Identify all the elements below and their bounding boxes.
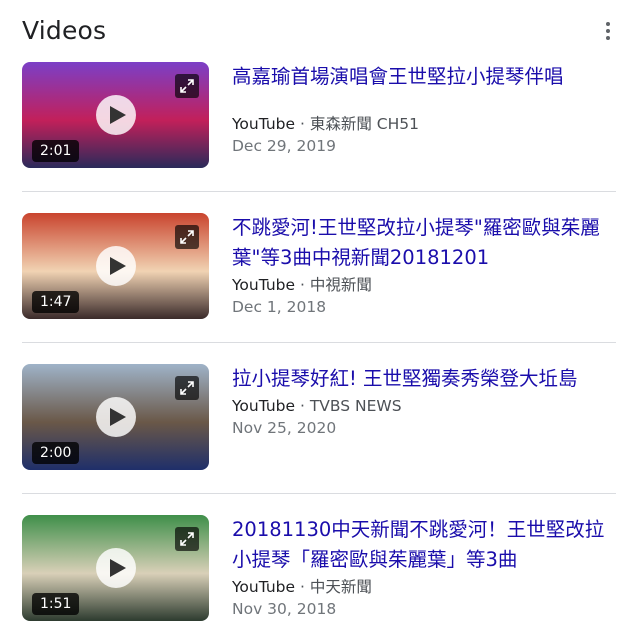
video-channel: 中視新聞 <box>309 276 372 294</box>
video-info: 高嘉瑜首場演唱會王世堅拉小提琴伴唱 YouTube · 東森新聞 CH51 De… <box>232 62 616 157</box>
video-thumbnail[interactable]: 1:47 <box>22 213 209 319</box>
video-title-link[interactable]: 拉小提琴好紅! 王世堅獨奏秀榮登大坵島 <box>232 364 616 394</box>
video-result[interactable]: 1:51 20181130中天新聞不跳愛河！王世堅改拉小提琴「羅密歐與茱麗葉」等… <box>22 515 616 625</box>
video-source: YouTube <box>232 276 296 294</box>
expand-icon[interactable] <box>175 527 199 551</box>
video-channel: 中天新聞 <box>309 578 372 596</box>
result-divider <box>22 191 616 192</box>
meta-separator: · <box>295 276 310 294</box>
video-info: 不跳愛河!王世堅改拉小提琴"羅密歐與茱麗葉"等3曲中視新聞20181201 Yo… <box>232 213 616 318</box>
expand-icon[interactable] <box>175 376 199 400</box>
video-result[interactable]: 2:01 高嘉瑜首場演唱會王世堅拉小提琴伴唱 YouTube · 東森新聞 CH… <box>22 62 616 172</box>
section-title: Videos <box>22 16 107 45</box>
play-icon[interactable] <box>96 397 136 437</box>
video-date: Nov 30, 2018 <box>232 600 337 618</box>
meta-separator: · <box>295 115 310 133</box>
expand-icon[interactable] <box>175 74 199 98</box>
videos-header: Videos <box>22 14 622 50</box>
play-icon[interactable] <box>96 246 136 286</box>
video-thumbnail[interactable]: 1:51 <box>22 515 209 621</box>
video-date: Nov 25, 2020 <box>232 419 337 437</box>
more-options-icon[interactable] <box>596 18 620 44</box>
meta-separator: · <box>295 578 310 596</box>
meta-separator: · <box>295 397 310 415</box>
video-thumbnail[interactable]: 2:00 <box>22 364 209 470</box>
video-source: YouTube <box>232 578 296 596</box>
video-result[interactable]: 1:47 不跳愛河!王世堅改拉小提琴"羅密歐與茱麗葉"等3曲中視新聞201812… <box>22 213 616 323</box>
video-duration: 2:01 <box>32 140 80 162</box>
video-date: Dec 29, 2019 <box>232 137 336 155</box>
play-icon[interactable] <box>96 548 136 588</box>
video-title-link[interactable]: 高嘉瑜首場演唱會王世堅拉小提琴伴唱 <box>232 62 616 92</box>
video-info: 20181130中天新聞不跳愛河！王世堅改拉小提琴「羅密歐與茱麗葉」等3曲 Yo… <box>232 515 616 620</box>
video-info: 拉小提琴好紅! 王世堅獨奏秀榮登大坵島 YouTube · TVBS NEWS … <box>232 364 616 439</box>
video-title-link[interactable]: 20181130中天新聞不跳愛河！王世堅改拉小提琴「羅密歐與茱麗葉」等3曲 <box>232 515 616 575</box>
video-source: YouTube <box>232 115 296 133</box>
video-meta: YouTube · 中天新聞 <box>232 576 616 598</box>
video-duration: 2:00 <box>32 442 80 464</box>
video-date: Dec 1, 2018 <box>232 298 327 316</box>
video-meta: YouTube · TVBS NEWS <box>232 395 616 417</box>
result-divider <box>22 342 616 343</box>
video-title-link[interactable]: 不跳愛河!王世堅改拉小提琴"羅密歐與茱麗葉"等3曲中視新聞20181201 <box>232 213 616 273</box>
video-meta: YouTube · 中視新聞 <box>232 274 616 296</box>
expand-icon[interactable] <box>175 225 199 249</box>
video-channel: 東森新聞 CH51 <box>309 115 419 133</box>
video-result[interactable]: 2:00 拉小提琴好紅! 王世堅獨奏秀榮登大坵島 YouTube · TVBS … <box>22 364 616 474</box>
video-source: YouTube <box>232 397 296 415</box>
result-divider <box>22 493 616 494</box>
video-channel: TVBS NEWS <box>309 397 402 415</box>
video-thumbnail[interactable]: 2:01 <box>22 62 209 168</box>
play-icon[interactable] <box>96 95 136 135</box>
video-duration: 1:47 <box>32 291 80 313</box>
video-meta: YouTube · 東森新聞 CH51 <box>232 113 616 135</box>
video-duration: 1:51 <box>32 593 80 615</box>
